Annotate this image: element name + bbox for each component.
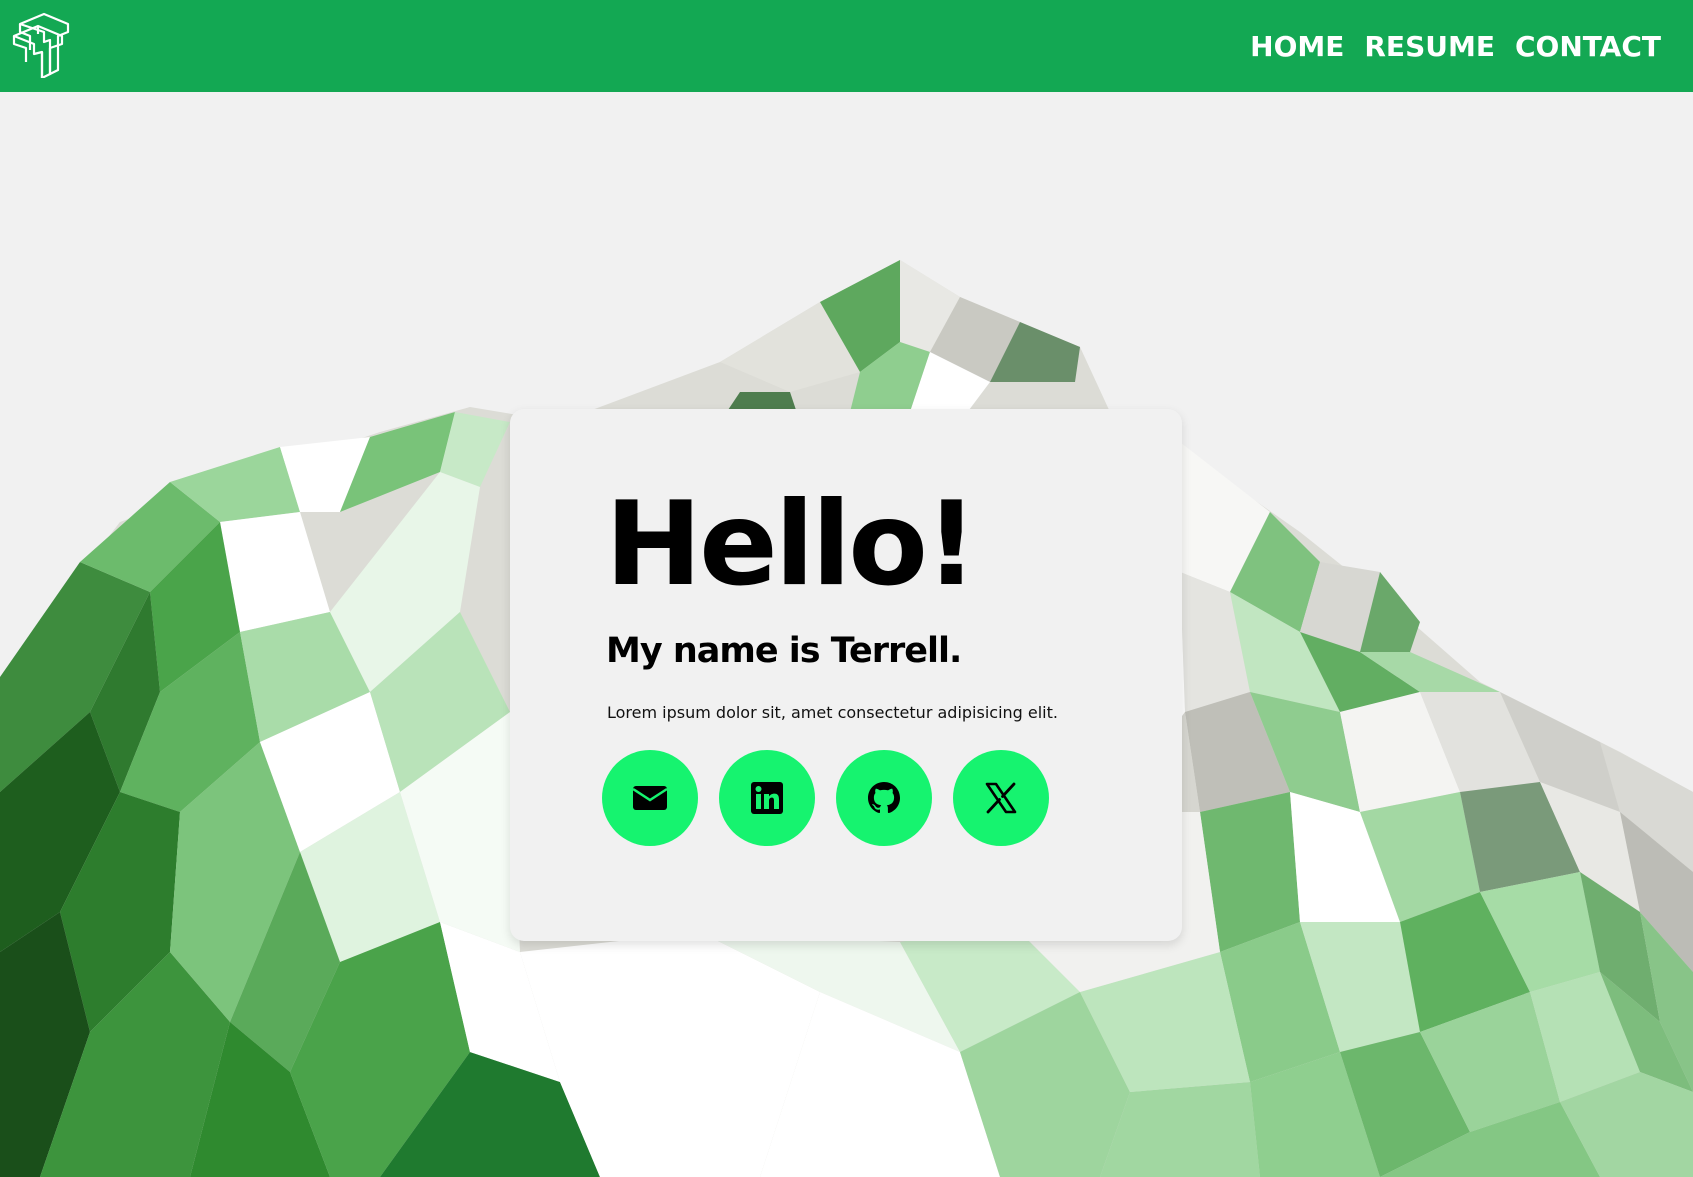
email-icon (632, 786, 668, 810)
hero-description: Lorem ipsum dolor sit, amet consectetur … (607, 703, 1058, 722)
social-links (602, 750, 1049, 846)
nav-links: HOME RESUME CONTACT (1250, 0, 1661, 92)
github-button[interactable] (836, 750, 932, 846)
linkedin-icon (751, 782, 783, 814)
landing-page: HOME RESUME CONTACT Hello! My name is Te… (0, 0, 1693, 1177)
nav-resume-link[interactable]: RESUME (1364, 30, 1495, 63)
top-navbar: HOME RESUME CONTACT (0, 0, 1693, 92)
nav-home-link[interactable]: HOME (1250, 30, 1344, 63)
hero-subheading: My name is Terrell. (606, 631, 962, 671)
github-icon (868, 782, 900, 814)
intro-card: Hello! My name is Terrell. Lorem ipsum d… (510, 409, 1182, 941)
tt-monogram-logo-icon[interactable] (10, 10, 76, 78)
hero-heading: Hello! (605, 477, 978, 612)
email-button[interactable] (602, 750, 698, 846)
x-twitter-button[interactable] (953, 750, 1049, 846)
nav-contact-link[interactable]: CONTACT (1515, 30, 1661, 63)
x-twitter-icon (985, 782, 1017, 814)
linkedin-button[interactable] (719, 750, 815, 846)
